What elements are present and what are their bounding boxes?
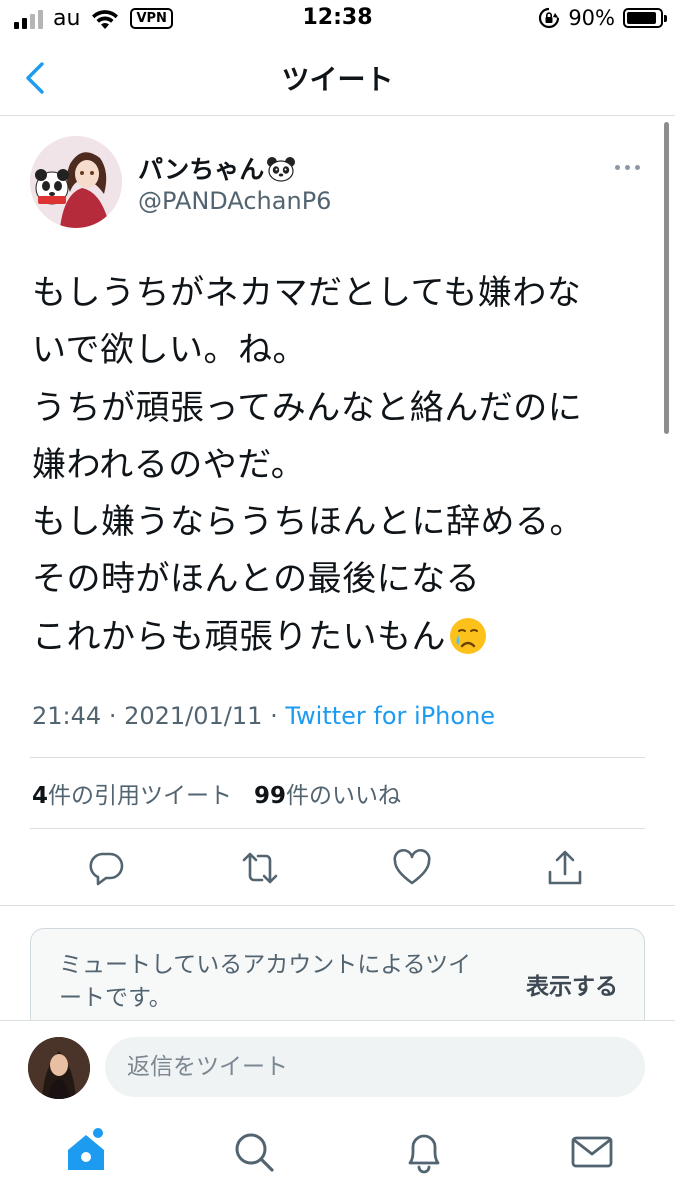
status-right: 90%	[538, 6, 667, 30]
messages-icon[interactable]	[570, 1130, 614, 1174]
tweet-meta: 21:44 · 2021/01/11 · Twitter for iPhone	[32, 702, 495, 730]
tweet-date: 2021/01/11	[124, 702, 263, 730]
battery-fill	[627, 12, 656, 24]
quote-tweets-link[interactable]: 4件の引用ツイート	[32, 783, 232, 809]
crying-face-icon	[450, 617, 486, 654]
author-avatar[interactable]	[30, 136, 122, 228]
retweet-icon[interactable]	[240, 848, 280, 888]
tweet-line: 嫌われるのやだ。	[32, 444, 306, 485]
tweet-line: もしうちがネカマだとしても嫌わな	[32, 273, 582, 313]
tweet-time: 21:44	[32, 702, 102, 730]
status-bar: au VPN 12:38 90%	[0, 0, 675, 38]
reply-input[interactable]	[105, 1037, 645, 1097]
tweet-line: その時がほんとの最後になる	[32, 559, 481, 600]
meta-separator: ·	[270, 702, 278, 730]
tweet-line: いで欲しい。ね。	[32, 330, 307, 371]
share-icon[interactable]	[545, 848, 585, 888]
tweet-text: もしうちがネカマだとしても嫌わな いで欲しい。ね。 うちが頑張ってみんなと絡んだ…	[32, 265, 642, 666]
avatar-illustration	[30, 136, 122, 228]
more-options-icon[interactable]	[615, 160, 645, 174]
tweet-line-last: これからも頑張りたいもん	[32, 609, 642, 666]
likes-link[interactable]: 99件のいいね	[254, 783, 401, 809]
author-name[interactable]: パンちゃん	[138, 150, 296, 186]
reply-bar	[0, 1020, 675, 1112]
quote-count: 4	[32, 783, 49, 809]
divider	[30, 828, 645, 829]
battery-percent: 90%	[568, 6, 615, 30]
divider	[0, 905, 675, 906]
panda-face-icon	[267, 157, 296, 182]
muted-notice-text: ミュートしているアカウントによるツイートです。	[59, 952, 472, 1011]
tweet-line: うちが頑張ってみんなと絡んだのに	[32, 387, 583, 428]
user-avatar-photo	[28, 1037, 90, 1099]
search-icon[interactable]	[232, 1130, 276, 1174]
like-count: 99	[254, 783, 287, 809]
author-name-text: パンちゃん	[138, 155, 265, 184]
meta-separator: ·	[108, 702, 117, 730]
header: ツイート	[0, 40, 675, 116]
page-title: ツイート	[281, 63, 394, 96]
scrollbar[interactable]	[664, 122, 669, 434]
user-avatar[interactable]	[28, 1037, 90, 1099]
author-handle[interactable]: @PANDAchanP6	[138, 187, 331, 215]
rotation-lock-icon	[539, 7, 560, 29]
like-icon[interactable]	[392, 848, 432, 888]
battery-icon	[623, 8, 667, 28]
home-notification-dot	[93, 1128, 103, 1138]
tweet-line-text: これからも頑張りたいもん	[32, 616, 446, 657]
tweet-line: もし嫌うならうちほんとに辞める。	[32, 502, 584, 543]
notifications-icon[interactable]	[402, 1130, 446, 1174]
reply-icon[interactable]	[86, 848, 126, 888]
divider	[30, 757, 645, 758]
tweet-stats: 4件の引用ツイート 99件のいいね	[32, 776, 401, 810]
quote-label: 件の引用ツイート	[48, 783, 233, 809]
tweet-source-link[interactable]: Twitter for iPhone	[285, 702, 495, 730]
like-label: 件のいいね	[286, 783, 402, 809]
show-button[interactable]: 表示する	[526, 967, 618, 1001]
